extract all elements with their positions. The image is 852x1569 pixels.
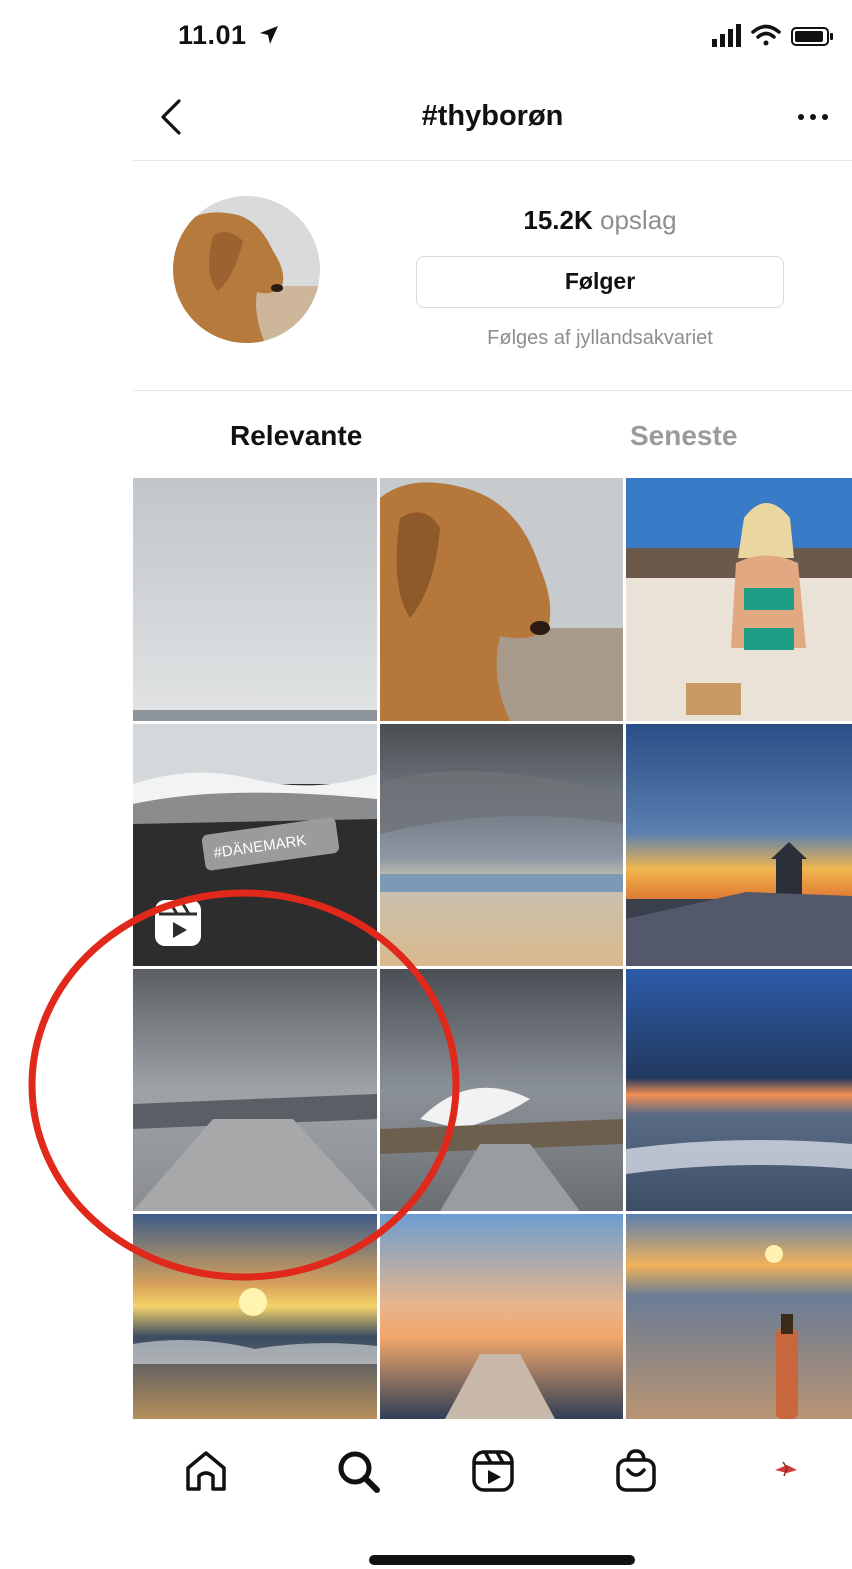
grid-post[interactable]: #DÄNEMARK [133, 724, 377, 966]
grid-post[interactable] [380, 1214, 623, 1419]
grid-post[interactable] [626, 969, 852, 1211]
hashtag-title: #thyborøn [421, 100, 564, 132]
grid-post[interactable] [380, 724, 623, 966]
profile-divider [133, 390, 852, 391]
cellular-signal-icon [712, 24, 741, 47]
posts-count-line: 15.2K opslag [416, 205, 784, 236]
tab-relevant[interactable]: Relevante [230, 420, 362, 452]
grid-post[interactable] [380, 478, 623, 721]
grid-post[interactable] [626, 724, 852, 966]
followed-by-text: Følges af jyllandsakvariet [487, 327, 713, 349]
tab-recent[interactable]: Seneste [630, 420, 737, 452]
status-time: 11.01 [178, 20, 247, 50]
home-indicator [369, 1555, 635, 1565]
battery-icon [791, 27, 833, 46]
grid-post[interactable] [133, 1214, 377, 1419]
profile-avatar[interactable] [763, 1448, 809, 1494]
posts-count: 15.2K [523, 205, 593, 235]
more-options-button[interactable] [796, 104, 830, 128]
reels-icon[interactable] [470, 1448, 516, 1494]
status-icons [712, 24, 833, 47]
posts-grid: #DÄNEMARK [133, 478, 852, 1419]
following-button[interactable]: Følger [416, 256, 784, 308]
search-icon[interactable] [335, 1448, 381, 1494]
ellipsis-icon [798, 114, 828, 120]
shop-icon[interactable] [613, 1448, 659, 1494]
wifi-icon [751, 24, 781, 46]
header-divider [133, 160, 852, 161]
phone-screen: 11.01 #thyborøn 15.2K opslag Følger Følg… [133, 0, 852, 1569]
reels-icon [155, 900, 201, 946]
left-margin [0, 0, 133, 1569]
grid-post[interactable] [626, 478, 852, 721]
home-icon[interactable] [183, 1448, 229, 1494]
location-arrow-icon [260, 26, 278, 44]
hashtag-avatar [173, 196, 320, 343]
posts-label: opslag [600, 205, 677, 235]
grid-post[interactable] [626, 1214, 852, 1419]
grid-post[interactable] [133, 478, 377, 721]
grid-post[interactable] [133, 969, 377, 1211]
grid-post[interactable] [380, 969, 623, 1211]
